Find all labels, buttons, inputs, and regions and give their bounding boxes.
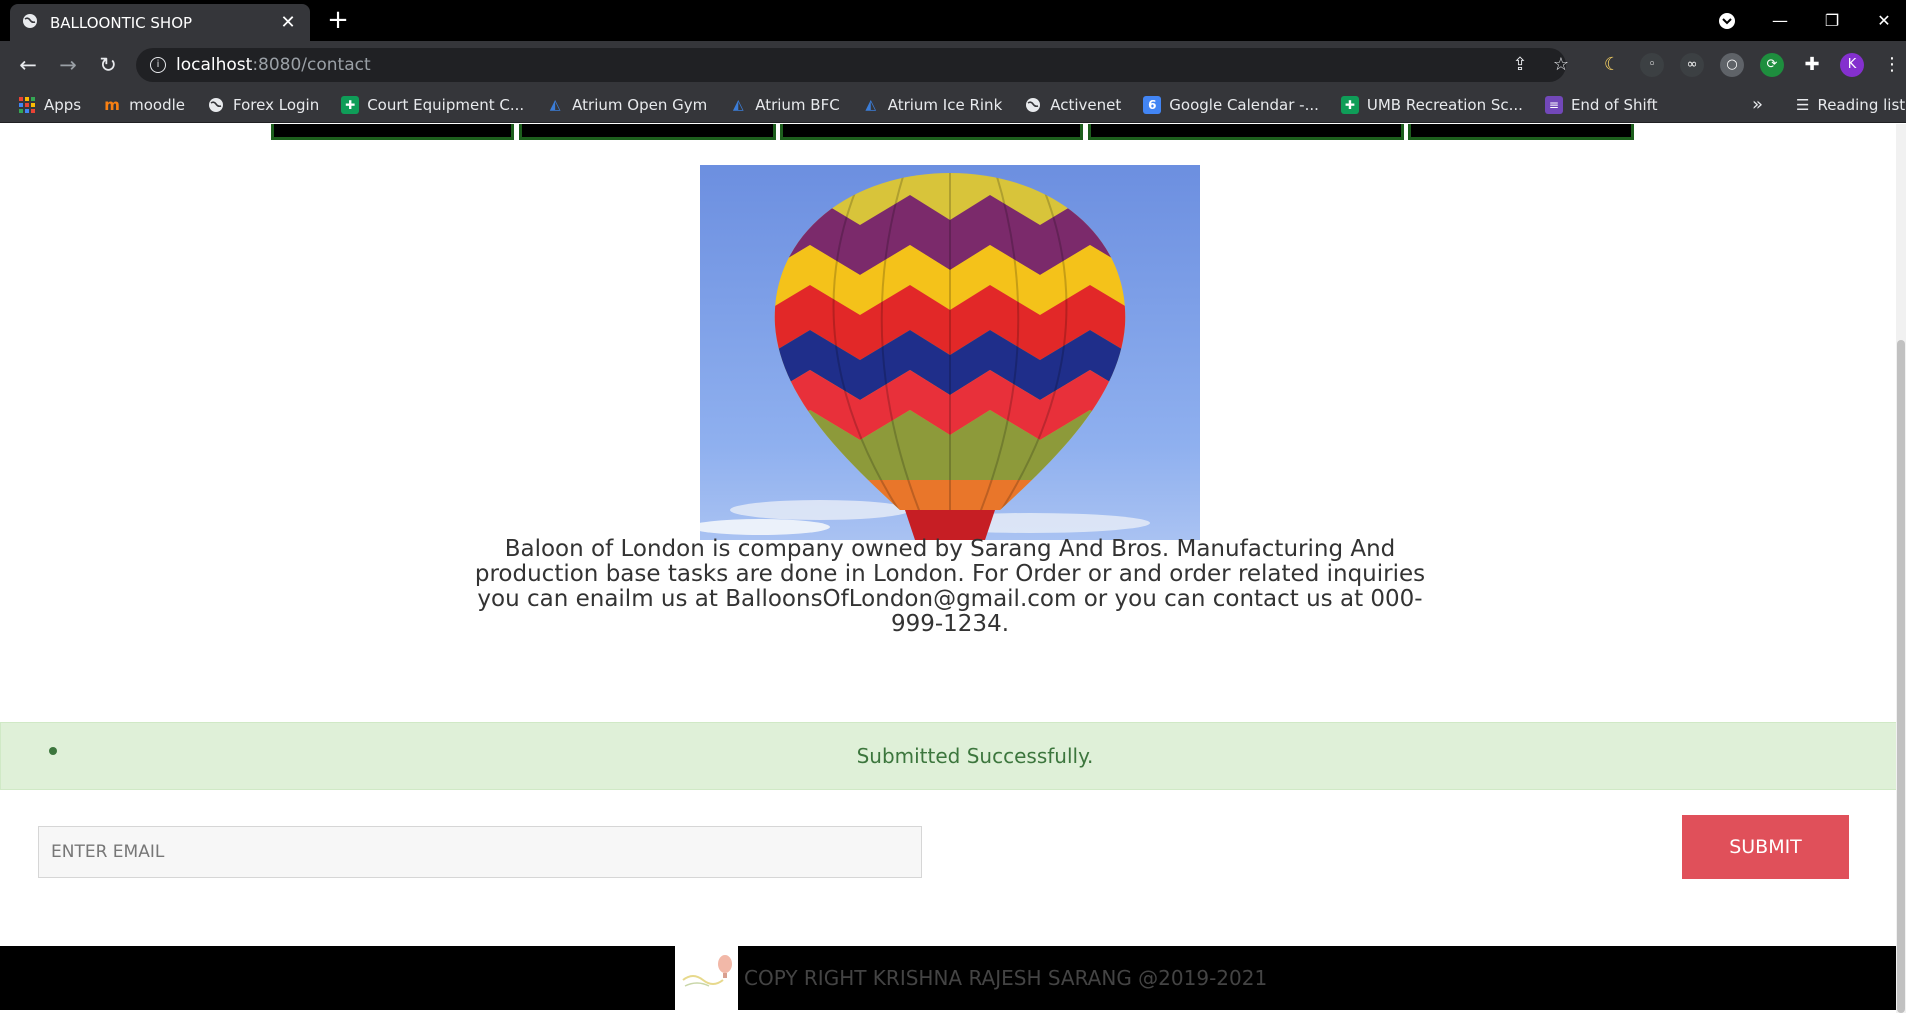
puzzle-extensions-icon[interactable]: ✚	[1800, 53, 1824, 77]
bookmark-apps[interactable]: Apps	[18, 96, 81, 114]
nav-item[interactable]	[780, 124, 1083, 140]
alert-message: Submitted Successfully.	[856, 744, 1094, 768]
bookmark-end-of-shift[interactable]: ≡ End of Shift	[1544, 96, 1658, 114]
submit-button[interactable]: SUBMIT	[1682, 815, 1849, 879]
bookmark-label: End of Shift	[1570, 96, 1658, 114]
browser-tab[interactable]: BALLOONTIC SHOP ✕	[10, 4, 310, 41]
bullet-icon	[49, 747, 57, 755]
nav-item[interactable]	[519, 124, 776, 140]
tab-title: BALLOONTIC SHOP	[50, 13, 193, 32]
forward-icon[interactable]: →	[54, 51, 82, 79]
hot-air-balloon-image	[700, 165, 1200, 540]
bookmarks-overflow-icon[interactable]: »	[1752, 94, 1763, 115]
calendar-icon: 6	[1143, 96, 1162, 114]
menu-kebab-icon[interactable]: ⋮	[1880, 53, 1904, 77]
activenet-icon: ◭	[732, 97, 744, 113]
globe-icon	[1024, 96, 1042, 114]
about-text: Baloon of London is company owned by Sar…	[474, 536, 1426, 637]
bookmark-label: Atrium Ice Rink	[887, 96, 1003, 114]
bookmark-label: UMB Recreation Sc...	[1366, 96, 1523, 114]
dark-mode-extension-icon[interactable]: ☾	[1600, 53, 1624, 77]
reading-list-button[interactable]: ☰ Reading list	[1796, 96, 1905, 114]
minimize-icon[interactable]: —	[1760, 0, 1800, 41]
globe-icon	[207, 96, 225, 114]
forms-icon: ≡	[1544, 96, 1563, 114]
page-scrollbar[interactable]	[1896, 124, 1906, 1013]
page-content: Baloon of London is company owned by Sar…	[0, 124, 1906, 1013]
back-icon[interactable]: ←	[14, 51, 42, 79]
footer: COPY RIGHT KRISHNA RAJESH SARANG @2019-2…	[0, 946, 1900, 1010]
reload-icon[interactable]: ↻	[94, 51, 122, 79]
bookmark-label: Google Calendar -...	[1169, 96, 1319, 114]
bookmark-label: Atrium Open Gym	[572, 96, 708, 114]
apps-grid-icon	[18, 96, 36, 114]
footer-logo	[675, 946, 738, 1010]
nav-item[interactable]	[1088, 124, 1404, 140]
browser-toolbar: ← → ↻ i localhost:8080/contact ⇪ ☆ ☾ ◦ ∞…	[0, 41, 1906, 88]
bookmark-atrium-open-gym[interactable]: ◭ Atrium Open Gym	[546, 96, 707, 114]
scrollbar-thumb[interactable]	[1897, 340, 1905, 1013]
share-icon[interactable]: ⇪	[1505, 48, 1535, 82]
bookmark-label: Court Equipment C...	[367, 96, 525, 114]
bookmark-court-equipment[interactable]: ✚ Court Equipment C...	[341, 96, 524, 114]
reading-list-icon: ☰	[1796, 96, 1810, 114]
bookmark-star-icon[interactable]: ☆	[1546, 48, 1576, 82]
tab-search-icon[interactable]	[1712, 0, 1742, 41]
circle-extension-icon[interactable]: ○	[1720, 53, 1744, 77]
success-alert: Submitted Successfully.	[0, 722, 1900, 790]
url-host: localhost	[176, 55, 253, 75]
site-info-icon[interactable]: i	[150, 57, 166, 73]
bookmark-label: moodle	[129, 96, 186, 114]
bookmark-atrium-bfc[interactable]: ◭ Atrium BFC	[729, 96, 840, 114]
bookmark-activenet[interactable]: Activenet	[1024, 96, 1121, 114]
profile-avatar[interactable]: K	[1840, 53, 1864, 77]
sheets-icon: ✚	[341, 96, 360, 114]
bookmark-label: Atrium BFC	[755, 96, 840, 114]
nav-item[interactable]	[271, 124, 514, 140]
new-tab-button[interactable]: +	[324, 6, 352, 34]
address-bar[interactable]: i localhost:8080/contact	[136, 48, 1566, 82]
browser-tabstrip: BALLOONTIC SHOP ✕ + — ❐ ✕	[0, 0, 1906, 41]
bookmark-label: Activenet	[1050, 96, 1122, 114]
copyright-text: COPY RIGHT KRISHNA RAJESH SARANG @2019-2…	[744, 966, 1268, 990]
bookmark-moodle[interactable]: m moodle	[103, 96, 185, 114]
bookmark-forex-login[interactable]: Forex Login	[207, 96, 319, 114]
bookmarks-bar: Apps m moodle Forex Login ✚ Court Equipm…	[0, 88, 1906, 123]
extension-icon[interactable]: ◦	[1640, 53, 1664, 77]
bookmark-atrium-ice-rink[interactable]: ◭ Atrium Ice Rink	[862, 96, 1003, 114]
moodle-icon: m	[104, 96, 120, 114]
close-window-icon[interactable]: ✕	[1864, 0, 1904, 41]
sheets-icon: ✚	[1340, 96, 1359, 114]
bookmark-label: Forex Login	[233, 96, 320, 114]
nav-item[interactable]	[1408, 124, 1634, 140]
sync-extension-icon[interactable]: ⟳	[1760, 53, 1784, 77]
reading-list-label: Reading list	[1817, 96, 1906, 114]
reader-extension-icon[interactable]: ∞	[1680, 53, 1704, 77]
close-tab-icon[interactable]: ✕	[278, 12, 298, 33]
email-input[interactable]	[38, 826, 922, 878]
activenet-icon: ◭	[549, 97, 561, 113]
bookmark-umb-recreation[interactable]: ✚ UMB Recreation Sc...	[1340, 96, 1523, 114]
globe-icon	[22, 13, 38, 33]
bookmark-label: Apps	[44, 96, 82, 114]
activenet-icon: ◭	[865, 97, 877, 113]
bookmark-google-calendar[interactable]: 6 Google Calendar -...	[1143, 96, 1319, 114]
url-path: :8080/contact	[252, 55, 371, 75]
restore-icon[interactable]: ❐	[1812, 0, 1852, 41]
